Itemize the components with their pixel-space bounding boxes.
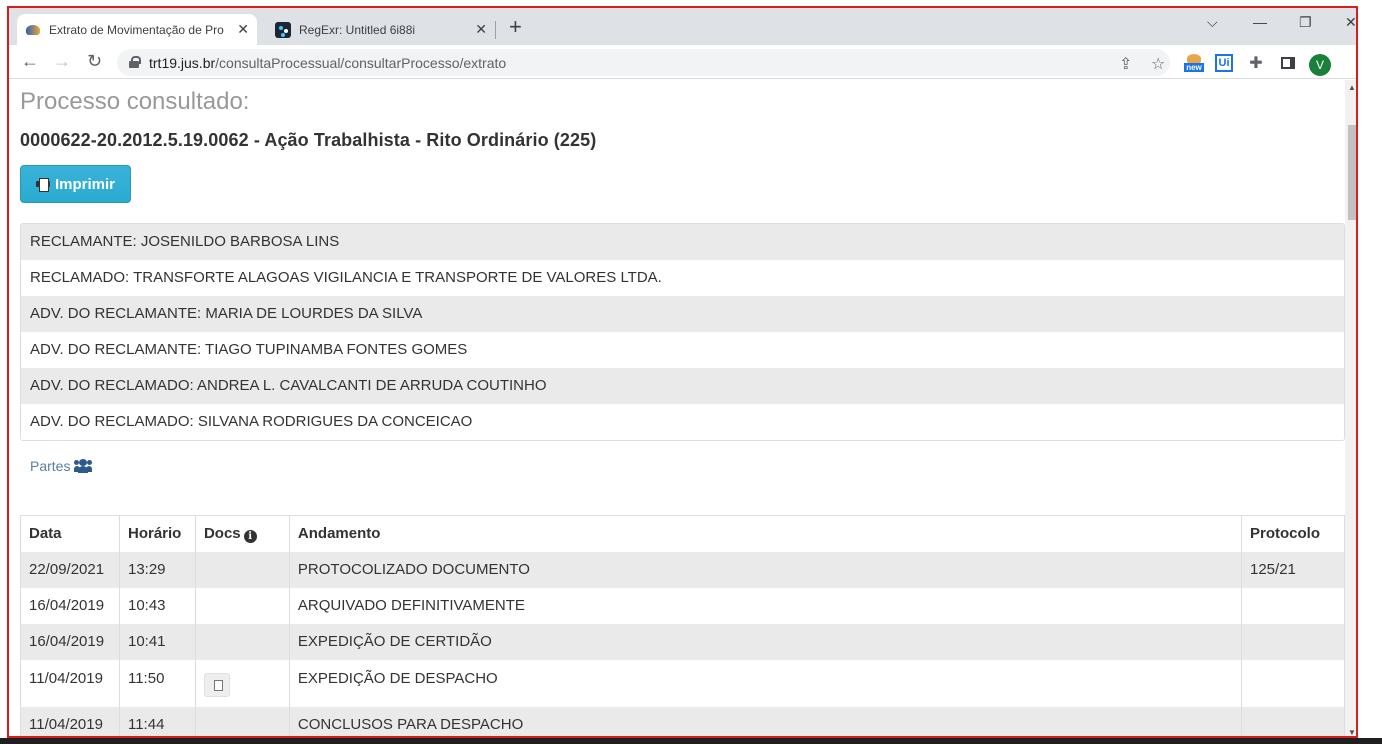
share-icon[interactable]: ⇪ bbox=[1119, 54, 1132, 74]
cell-data: 22/09/2021 bbox=[20, 551, 120, 588]
close-icon[interactable]: ✕ bbox=[475, 21, 487, 38]
cell-protocolo bbox=[1241, 659, 1345, 707]
bookmark-star-icon[interactable]: ☆ bbox=[1151, 54, 1165, 74]
parties-list: RECLAMANTE: JOSENILDO BARBOSA LINS RECLA… bbox=[20, 223, 1345, 441]
col-header-data: Data bbox=[20, 515, 120, 552]
cell-andamento: ARQUIVADO DEFINITIVAMENTE bbox=[289, 587, 1243, 624]
table-row: 11/04/2019 11:44 CONCLUSOS PARA DESPACHO bbox=[20, 706, 1345, 736]
url-domain: trt19.jus.br bbox=[149, 54, 216, 71]
browser-toolbar: ← → ↻ trt19.jus.br/consultaProcessual/co… bbox=[9, 45, 1356, 79]
page-content: Processo consultado: 0000622-20.2012.5.1… bbox=[9, 80, 1345, 736]
lock-icon[interactable] bbox=[129, 56, 141, 68]
side-panel-icon[interactable] bbox=[1279, 54, 1297, 72]
info-icon[interactable]: i bbox=[243, 529, 257, 543]
list-item: ADV. DO RECLAMANTE: MARIA DE LOURDES DA … bbox=[21, 296, 1344, 332]
table-row: 16/04/2019 10:43 ARQUIVADO DEFINITIVAMEN… bbox=[20, 587, 1345, 624]
document-icon[interactable] bbox=[203, 672, 230, 697]
cell-data: 11/04/2019 bbox=[20, 659, 120, 707]
tab-title: RegExr: Untitled 6i88i bbox=[299, 22, 416, 37]
cell-horario: 11:44 bbox=[119, 706, 196, 736]
extension-ui-icon[interactable]: Ui bbox=[1215, 54, 1233, 72]
reload-icon[interactable]: ↻ bbox=[87, 51, 102, 71]
restore-icon[interactable]: ❐ bbox=[1299, 14, 1312, 31]
list-item: ADV. DO RECLAMADO: ANDREA L. CAVALCANTI … bbox=[21, 368, 1344, 404]
menu-kebab-icon[interactable]: ⋮ bbox=[1349, 51, 1356, 71]
cell-data: 16/04/2019 bbox=[20, 587, 120, 624]
taskbar-edge bbox=[0, 738, 1382, 744]
col-header-andamento: Andamento bbox=[289, 515, 1243, 552]
tab-strip: Extrato de Movimentação de Pro ✕ RegExr:… bbox=[9, 8, 1356, 45]
cell-docs bbox=[195, 706, 290, 736]
regexr-favicon-icon bbox=[275, 21, 291, 38]
table-row: 16/04/2019 10:41 EXPEDIÇÃO DE CERTIDÃO bbox=[20, 623, 1345, 660]
cell-horario: 11:50 bbox=[119, 659, 196, 707]
cell-horario: 10:43 bbox=[119, 587, 196, 624]
cell-protocolo: 125/21 bbox=[1241, 551, 1345, 588]
partes-label: Partes bbox=[30, 458, 71, 474]
cell-andamento: PROTOCOLIZADO DOCUMENTO bbox=[289, 551, 1243, 588]
address-bar[interactable]: trt19.jus.br/consultaProcessual/consulta… bbox=[117, 49, 1170, 76]
print-label: Imprimir bbox=[54, 175, 115, 193]
tab-regexr[interactable]: RegExr: Untitled 6i88i ✕ bbox=[267, 14, 495, 45]
table-row: 22/09/2021 13:29 PROTOCOLIZADO DOCUMENTO… bbox=[20, 551, 1345, 588]
tab-title: Extrato de Movimentação de Pro bbox=[49, 22, 224, 37]
cell-andamento: CONCLUSOS PARA DESPACHO bbox=[289, 706, 1243, 736]
table-header-row: Data Horário Docs i Andamento Protocolo bbox=[20, 515, 1345, 552]
trt-favicon-icon bbox=[25, 21, 41, 38]
cell-docs bbox=[195, 551, 290, 588]
tab-separator bbox=[495, 21, 496, 39]
browser-window: Extrato de Movimentação de Pro ✕ RegExr:… bbox=[7, 6, 1358, 738]
col-header-horario: Horário bbox=[119, 515, 196, 552]
list-item: ADV. DO RECLAMANTE: TIAGO TUPINAMBA FONT… bbox=[21, 332, 1344, 368]
cell-andamento: EXPEDIÇÃO DE CERTIDÃO bbox=[289, 623, 1243, 660]
minimize-icon[interactable]: — bbox=[1253, 14, 1267, 30]
extension-new-icon[interactable]: new bbox=[1183, 54, 1205, 72]
cell-docs bbox=[195, 587, 290, 624]
cell-horario: 13:29 bbox=[119, 551, 196, 588]
forward-arrow-icon[interactable]: → bbox=[53, 51, 71, 71]
list-item: ADV. DO RECLAMADO: SILVANA RODRIGUES DA … bbox=[21, 404, 1344, 440]
partes-link[interactable]: Partes bbox=[30, 458, 93, 474]
cell-protocolo bbox=[1241, 623, 1345, 660]
process-label: Processo consultado: bbox=[20, 88, 250, 115]
cell-andamento: EXPEDIÇÃO DE DESPACHO bbox=[289, 659, 1243, 707]
cell-protocolo bbox=[1241, 706, 1345, 736]
print-button[interactable]: Imprimir bbox=[20, 165, 131, 203]
new-tab-plus-icon[interactable]: + bbox=[509, 14, 522, 40]
cell-protocolo bbox=[1241, 587, 1345, 624]
table-row: 11/04/2019 11:50 EXPEDIÇÃO DE DESPACHO bbox=[20, 659, 1345, 707]
users-icon bbox=[74, 459, 93, 473]
tab-search-chevron-icon[interactable]: ⌵ bbox=[1207, 14, 1218, 31]
extensions-puzzle-icon[interactable]: ✚ bbox=[1247, 54, 1265, 72]
profile-avatar[interactable]: V bbox=[1309, 54, 1331, 76]
page-scrollbar[interactable]: ▲ ▼ bbox=[1345, 80, 1356, 736]
back-arrow-icon[interactable]: ← bbox=[21, 51, 39, 71]
process-title: 0000622-20.2012.5.19.0062 - Ação Trabalh… bbox=[20, 130, 597, 150]
col-header-docs: Docs i bbox=[195, 515, 290, 552]
cell-horario: 10:41 bbox=[119, 623, 196, 660]
cell-docs bbox=[195, 659, 290, 707]
cell-docs bbox=[195, 623, 290, 660]
scroll-down-arrow-icon[interactable]: ▼ bbox=[1348, 728, 1356, 736]
list-item: RECLAMANTE: JOSENILDO BARBOSA LINS bbox=[21, 224, 1344, 260]
col-header-protocolo: Protocolo bbox=[1241, 515, 1345, 552]
movements-table: Data Horário Docs i Andamento Protocolo 2… bbox=[20, 515, 1345, 736]
url-path: /consultaProcessual/consultarProcesso/ex… bbox=[215, 54, 507, 71]
tab-extrato[interactable]: Extrato de Movimentação de Pro ✕ bbox=[17, 14, 257, 45]
print-icon bbox=[35, 178, 50, 192]
cell-data: 16/04/2019 bbox=[20, 623, 120, 660]
cell-data: 11/04/2019 bbox=[20, 706, 120, 736]
close-icon[interactable]: ✕ bbox=[237, 21, 249, 38]
scroll-up-arrow-icon[interactable]: ▲ bbox=[1348, 83, 1356, 92]
list-item: RECLAMADO: TRANSFORTE ALAGOAS VIGILANCIA… bbox=[21, 260, 1344, 296]
window-close-icon[interactable]: ✕ bbox=[1345, 14, 1356, 31]
scrollbar-thumb[interactable] bbox=[1348, 125, 1356, 220]
